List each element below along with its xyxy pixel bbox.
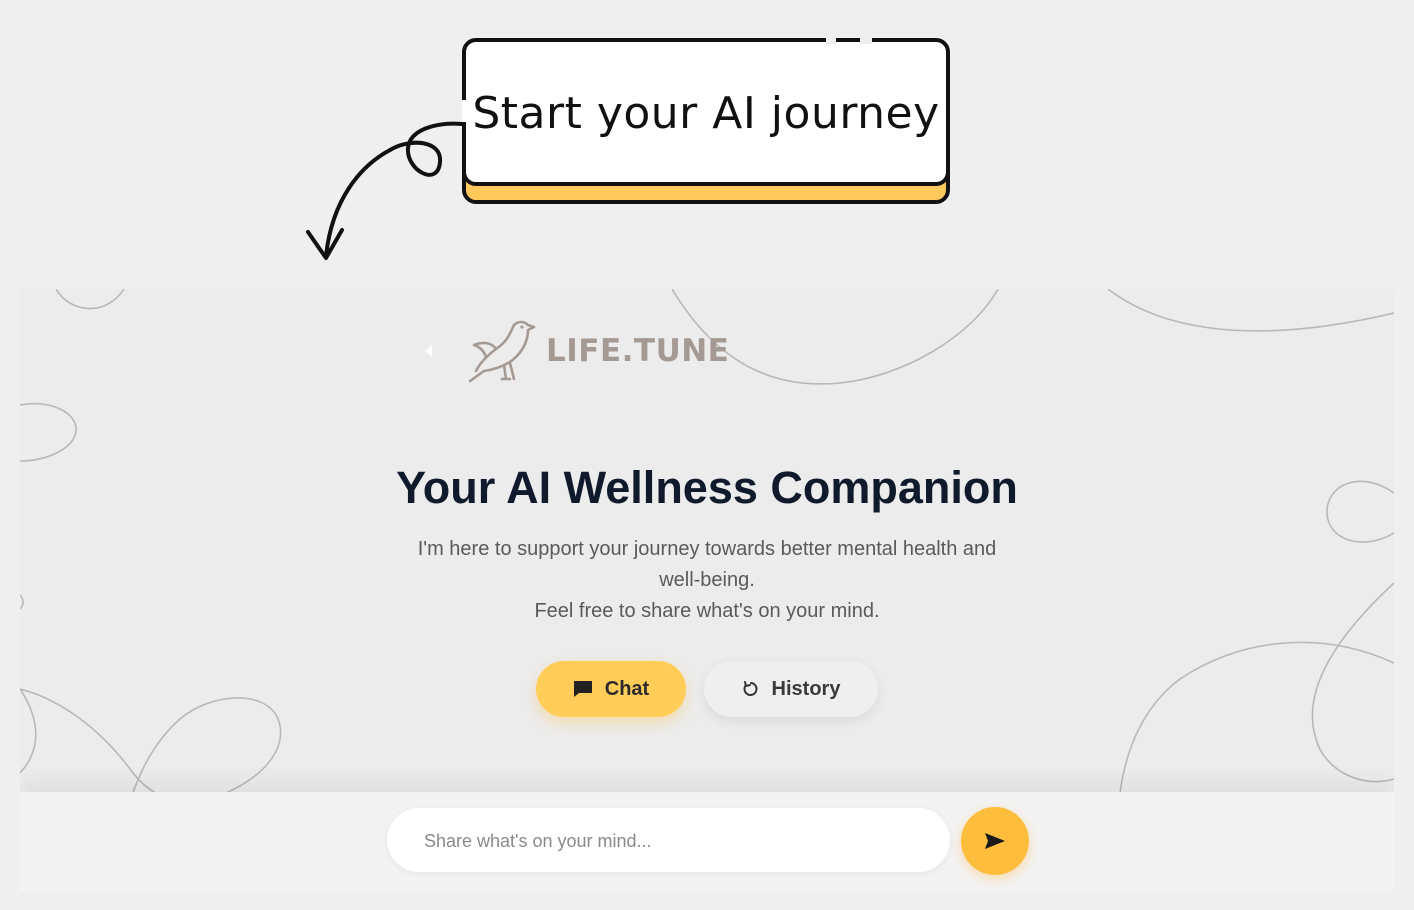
page-subtitle: I'm here to support your journey towards… xyxy=(400,534,1014,627)
history-button-label: History xyxy=(771,677,841,700)
send-icon xyxy=(985,833,1005,849)
callout-dash-gap xyxy=(860,38,872,44)
chat-button-label: Chat xyxy=(604,677,650,700)
page-title: Your AI Wellness Companion xyxy=(396,462,1018,513)
action-buttons: Chat History xyxy=(536,661,878,717)
chat-input[interactable] xyxy=(422,808,926,874)
subtitle-line: I'm here to support your journey towards… xyxy=(417,538,997,591)
chat-composer xyxy=(20,792,1394,891)
chat-input-wrapper xyxy=(387,808,950,874)
callout-dash-gap xyxy=(826,38,836,44)
brand-logo[interactable]: LIFE.TUNE xyxy=(425,317,729,385)
bird-icon xyxy=(468,320,536,383)
chat-button[interactable]: Chat xyxy=(536,661,686,717)
back-arrow-icon[interactable] xyxy=(425,345,432,357)
curved-arrow-icon xyxy=(306,121,464,260)
annotation-callout: Start your AI journey xyxy=(462,38,950,186)
message-icon xyxy=(573,680,593,698)
brand-name: LIFE.TUNE xyxy=(546,333,730,369)
refresh-icon xyxy=(742,680,760,698)
send-button[interactable] xyxy=(961,807,1029,875)
annotation-text: Start your AI journey xyxy=(472,87,940,139)
app-window: LIFE.TUNE Your AI Wellness Companion I'm… xyxy=(20,289,1394,891)
history-button[interactable]: History xyxy=(704,661,878,717)
subtitle-line: Feel free to share what's on your mind. xyxy=(534,600,880,622)
